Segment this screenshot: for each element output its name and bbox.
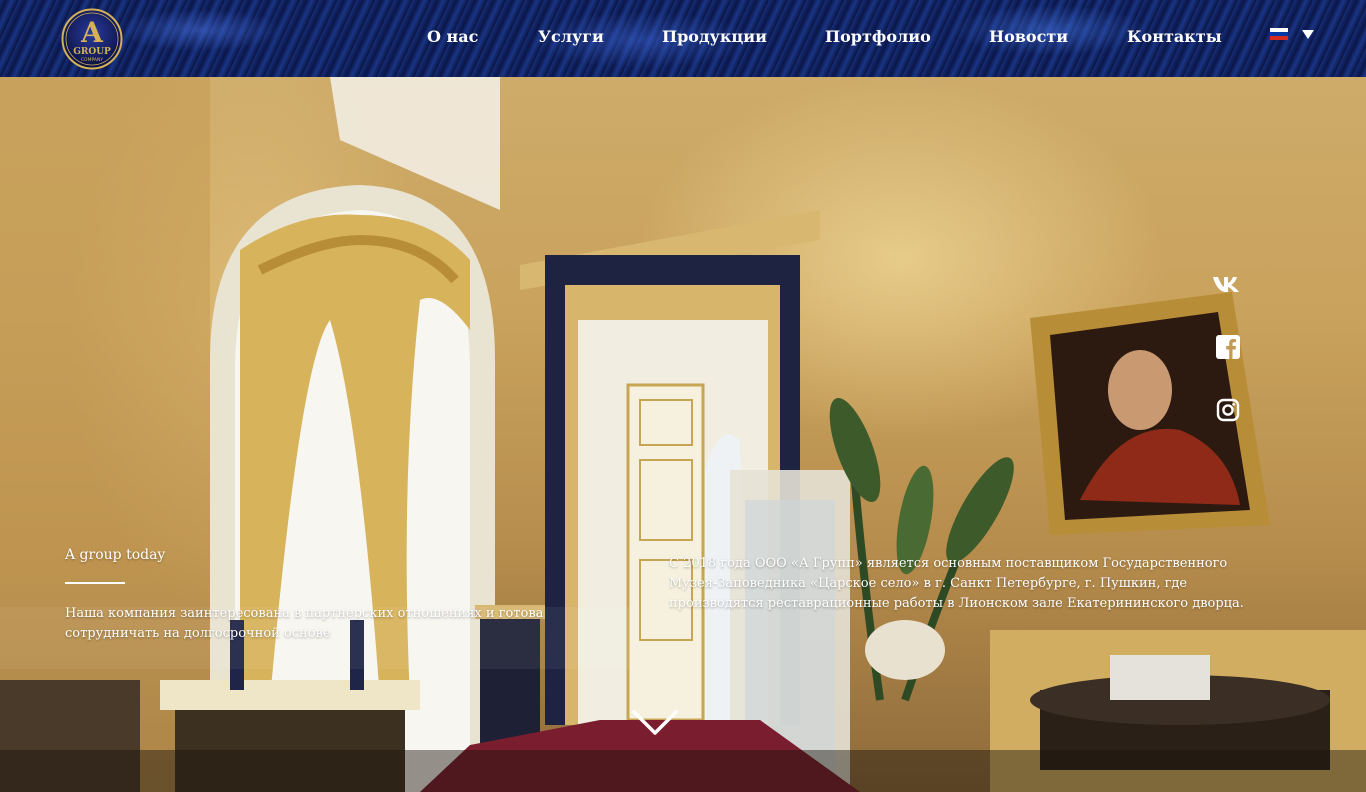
company-logo[interactable]: A GROUP COMPANY [61,8,123,70]
palace-interior-image [0,77,1366,792]
nav-item-about[interactable]: О нас [427,27,478,46]
chevron-down-icon [632,710,678,735]
nav-item-contacts[interactable]: Контакты [1127,27,1222,46]
caret-down-icon[interactable] [1302,29,1314,39]
svg-text:COMPANY: COMPANY [81,57,103,63]
intro-block: A group today Наша компания заинтересова… [65,547,605,644]
hero-background [0,0,1366,792]
svg-text:GROUP: GROUP [73,47,111,57]
nav-item-news[interactable]: Новости [989,27,1068,46]
russian-flag-icon [1270,28,1288,40]
vk-icon[interactable] [1212,275,1240,293]
intro-divider [65,582,125,584]
nav-item-portfolio[interactable]: Портфолио [825,27,931,46]
svg-text:A: A [80,16,104,49]
instagram-icon[interactable] [1216,398,1240,422]
scroll-down-button[interactable] [631,708,679,738]
language-selector[interactable] [1270,28,1314,40]
about-text: С 2018 года ООО «А Групп» является основ… [669,556,1244,611]
logo-emblem-icon: A GROUP COMPANY [61,8,123,70]
intro-label: A group today [65,547,166,563]
facebook-icon[interactable] [1216,335,1240,359]
site-header: A GROUP COMPANY О нас Услуги Продукции П… [0,0,1366,77]
nav-item-products[interactable]: Продукции [662,27,767,46]
nav-item-services[interactable]: Услуги [538,27,604,46]
intro-text: Наша компания заинтересована в партнерск… [65,606,544,641]
